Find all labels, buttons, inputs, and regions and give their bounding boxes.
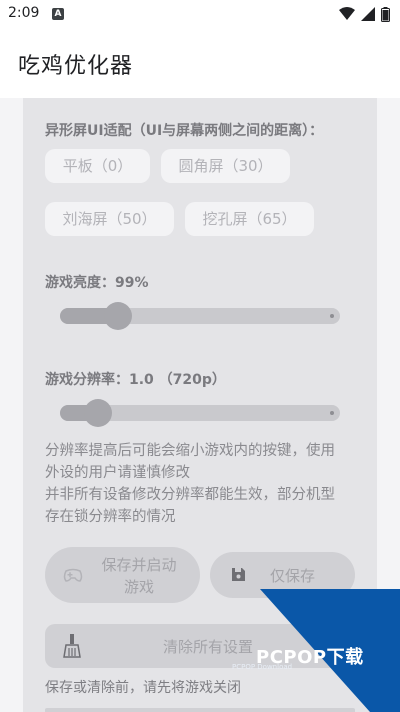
note-line: 外设的用户请谨慎修改 (45, 465, 190, 481)
wifi-icon (339, 7, 355, 20)
battery-icon (381, 6, 390, 22)
brightness-slider[interactable] (60, 302, 340, 330)
option-punch-hole-screen[interactable]: 挖孔屏（65） (185, 202, 314, 236)
note-line: 存在锁分辨率的情况 (45, 509, 176, 525)
app-bar: 吃鸡优化器 (0, 28, 400, 98)
status-bar: 2:09 A (0, 0, 400, 28)
save-icon (232, 568, 245, 581)
brightness-label: 游戏亮度：99% (45, 275, 149, 291)
resolution-note: 分辨率提高后可能会缩小游戏内的按键，使用 外设的用户请谨慎修改 并非所有设备修改… (45, 440, 335, 528)
status-time: 2:09 (8, 5, 40, 21)
app-title: 吃鸡优化器 (18, 54, 134, 79)
save-and-launch-line: 游戏 (123, 578, 154, 596)
clear-settings-label: 清除所有设置 (163, 638, 254, 656)
notch-adapt-label: 异形屏UI适配（UI与屏幕两侧之间的距离）： (45, 123, 324, 139)
game-controller-icon (63, 568, 83, 582)
resolution-slider[interactable] (60, 399, 340, 427)
option-rounded-screen[interactable]: 圆角屏（30） (161, 149, 290, 183)
slider-end-dot (330, 314, 334, 318)
resolution-slider-thumb[interactable] (84, 399, 112, 427)
save-and-launch-line: 保存并启动 (101, 556, 177, 574)
watermark-sub: PCPOP Download (232, 663, 293, 671)
note-line: 并非所有设备修改分辨率都能生效，部分机型 (45, 487, 335, 503)
save-only-label: 仅保存 (270, 567, 316, 585)
footer-note: 保存或清除前，请先将游戏关闭 (45, 680, 241, 696)
option-tablet[interactable]: 平板（0） (45, 149, 150, 183)
signal-icon (361, 7, 375, 21)
brightness-slider-thumb[interactable] (104, 302, 132, 330)
option-notch-screen[interactable]: 刘海屏（50） (45, 202, 174, 236)
status-icons (339, 6, 390, 22)
resolution-label: 游戏分辨率：1.0 （720p） (45, 372, 226, 388)
save-and-launch-button[interactable]: 保存并启动 游戏 (45, 547, 200, 603)
broom-icon (63, 634, 81, 658)
notification-icon: A (52, 8, 64, 20)
slider-end-dot (330, 411, 334, 415)
save-and-launch-label: 保存并启动 游戏 (93, 554, 185, 598)
note-line: 分辨率提高后可能会缩小游戏内的按键，使用 (45, 443, 335, 459)
